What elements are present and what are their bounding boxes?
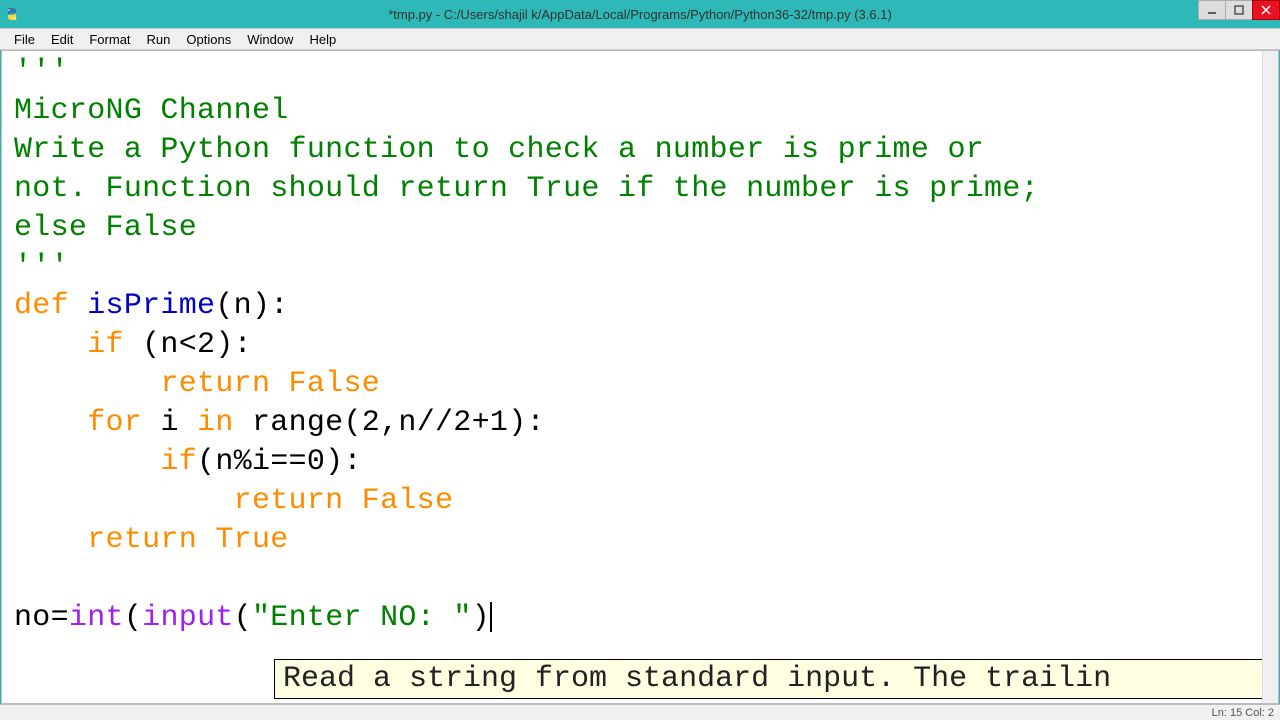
kw-if: if [160, 445, 197, 479]
close-button[interactable] [1252, 0, 1280, 20]
calltip-text: Read a string from standard input. The t… [283, 662, 1111, 696]
code-line-5: else False [14, 211, 197, 245]
calltip: Read a string from standard input. The t… [274, 659, 1278, 699]
builtin-input: input [142, 601, 234, 635]
menu-help[interactable]: Help [301, 30, 344, 49]
minimize-button[interactable] [1198, 0, 1226, 20]
code-line-4: not. Function should return True if the … [14, 172, 1039, 206]
code-text: (n%i==0): [197, 445, 362, 479]
indent [14, 445, 160, 479]
indent [14, 328, 87, 362]
indent [14, 484, 234, 518]
code-text: range(2,n//2+1): [234, 406, 545, 440]
menu-format[interactable]: Format [81, 30, 138, 49]
window-title: *tmp.py - C:/Users/shajil k/AppData/Loca… [388, 7, 892, 22]
menu-run[interactable]: Run [139, 30, 179, 49]
menu-edit[interactable]: Edit [43, 30, 81, 49]
kw-return-false: return False [234, 484, 454, 518]
indent [14, 523, 87, 557]
kw-return-false: return False [160, 367, 380, 401]
builtin-int: int [69, 601, 124, 635]
code-text: ( [124, 601, 142, 635]
code-text: no= [14, 601, 69, 635]
menu-options[interactable]: Options [178, 30, 239, 49]
title-bar: *tmp.py - C:/Users/shajil k/AppData/Loca… [0, 0, 1280, 28]
kw-def: def [14, 289, 69, 323]
kw-return-true: return True [87, 523, 288, 557]
kw-in: in [197, 406, 234, 440]
code-text: ( [234, 601, 252, 635]
kw-for: for [87, 406, 142, 440]
code-text: (n): [215, 289, 288, 323]
code-line-1: ''' [14, 55, 69, 89]
status-position: Ln: 15 Col: 2 [1212, 707, 1274, 719]
editor[interactable]: ''' MicroNG Channel Write a Python funct… [1, 50, 1279, 704]
status-bar: Ln: 15 Col: 2 [0, 704, 1280, 720]
window-controls [1199, 0, 1280, 20]
code-text: i [142, 406, 197, 440]
func-name: isPrime [69, 289, 215, 323]
vertical-scrollbar[interactable] [1262, 51, 1278, 703]
menu-bar: File Edit Format Run Options Window Help [0, 28, 1280, 50]
menu-window[interactable]: Window [239, 30, 301, 49]
kw-if: if [87, 328, 124, 362]
code-line-6: ''' [14, 250, 69, 284]
idle-icon [4, 6, 20, 22]
code-text: ) [472, 601, 490, 635]
menu-file[interactable]: File [6, 30, 43, 49]
code-line-3: Write a Python function to check a numbe… [14, 133, 984, 167]
code-text: (n<2): [124, 328, 252, 362]
code-line-2: MicroNG Channel [14, 94, 289, 128]
maximize-button[interactable] [1225, 0, 1253, 20]
string-literal: "Enter NO: " [252, 601, 472, 635]
indent [14, 367, 160, 401]
code-content[interactable]: ''' MicroNG Channel Write a Python funct… [2, 51, 1278, 644]
text-cursor [490, 602, 492, 632]
indent [14, 406, 87, 440]
